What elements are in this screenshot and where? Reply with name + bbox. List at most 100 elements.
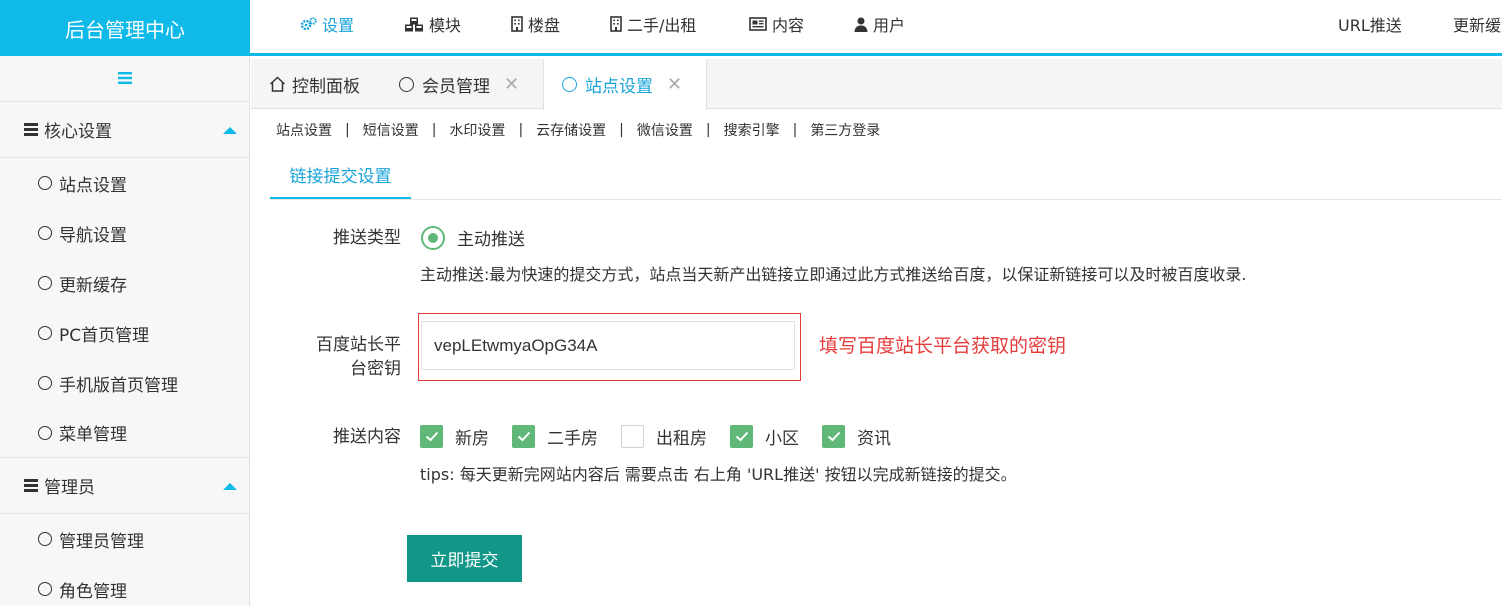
sidebar-item-label: PC首页管理 (59, 325, 150, 346)
topnav-buildings[interactable]: 楼盘 (511, 0, 560, 48)
checkbox-second-hand[interactable]: 二手房 (512, 424, 598, 449)
topnav-settings-label: 设置 (322, 16, 355, 35)
tips-text: tips: 每天更新完网站内容后 需要点击 右上角 'URL推送' 按钮以完成新… (420, 465, 1017, 484)
checkbox-label: 二手房 (547, 429, 598, 449)
sidebar-item-label: 导航设置 (59, 225, 127, 246)
sidebar-group-admins[interactable]: 管理员 (0, 458, 249, 514)
circle-icon (399, 76, 414, 92)
unchecked-box-icon (621, 425, 644, 448)
check-icon (420, 425, 443, 448)
push-type-help: 主动推送:最为快速的提交方式，站点当天新产出链接立即通过此方式推送给百度，以保证… (420, 265, 1247, 284)
caret-up-icon (223, 483, 237, 490)
push-type-option-label: 主动推送 (457, 230, 525, 250)
tab-label: 站点设置 (585, 77, 653, 97)
circle-icon (38, 425, 52, 440)
subnav-search-engine[interactable]: 搜索引擎 (724, 120, 780, 140)
sidebar-item-menu-management[interactable]: 菜单管理 (0, 408, 249, 458)
sidebar-item-site-settings[interactable]: 站点设置 (0, 158, 249, 208)
sidebar-group-core-settings[interactable]: 核心设置 (0, 102, 249, 158)
circle-icon (38, 226, 52, 240)
tab-bar: 控制面板 会员管理 ✕ 站点设置 ✕ (251, 59, 1502, 110)
topnav-secondhand-rent-label: 二手/出租 (627, 16, 697, 35)
sidebar-item-label: 角色管理 (59, 581, 127, 602)
circle-icon (38, 376, 52, 390)
checkbox-label: 出租房 (656, 429, 707, 449)
sidebar-item-label: 更新缓存 (59, 275, 127, 296)
sidebar-item-pc-home[interactable]: PC首页管理 (0, 308, 249, 358)
baidu-key-input[interactable] (421, 321, 795, 370)
refresh-cache-label: 更新缓 (1453, 16, 1502, 35)
sidebar-item-label: 站点设置 (59, 175, 127, 196)
checkbox-label: 新房 (455, 429, 489, 449)
topnav-modules-label: 模块 (429, 16, 462, 35)
sidebar-item-admin-management[interactable]: 管理员管理 (0, 514, 249, 564)
push-type-radio[interactable]: 主动推送 (421, 225, 525, 250)
sidebar-item-role-management[interactable]: 角色管理 (0, 564, 249, 606)
topnav-secondhand-rent[interactable]: 二手/出租 (610, 0, 696, 48)
subnav-site-settings[interactable]: 站点设置 (276, 120, 332, 140)
submit-button[interactable]: 立即提交 (407, 535, 522, 582)
sidebar-item-label: 菜单管理 (59, 425, 127, 445)
tab-dashboard[interactable]: 控制面板 (251, 59, 360, 109)
checkbox-rental[interactable]: 出租房 (621, 424, 707, 449)
topnav-settings[interactable]: 设置 (300, 0, 354, 48)
sidebar-group-label: 核心设置 (44, 122, 112, 142)
circle-icon (38, 532, 52, 546)
caret-up-icon (223, 127, 237, 134)
sidebar: 核心设置 站点设置 导航设置 更新缓存 PC首页管理 手机版首页管理 菜单管理 … (0, 56, 250, 606)
push-type-label: 推送类型 (333, 228, 401, 248)
topnav-content-label: 内容 (772, 16, 805, 35)
newspaper-icon (749, 17, 767, 31)
topnav-users[interactable]: 用户 (854, 0, 905, 48)
subnav-third-party-login[interactable]: 第三方登录 (810, 120, 880, 140)
checkbox-new-house[interactable]: 新房 (420, 424, 489, 449)
user-icon (854, 17, 868, 32)
subnav-sms-settings[interactable]: 短信设置 (363, 120, 419, 140)
check-icon (730, 425, 753, 448)
list-icon (24, 479, 38, 492)
close-icon[interactable]: ✕ (667, 74, 682, 95)
list-icon (24, 123, 38, 136)
close-icon[interactable]: ✕ (504, 74, 519, 95)
sidebar-item-nav-settings[interactable]: 导航设置 (0, 208, 249, 258)
check-icon (512, 425, 535, 448)
url-push-label: URL推送 (1338, 16, 1402, 35)
home-icon (269, 76, 286, 92)
divider (270, 199, 1502, 200)
sidebar-toggle[interactable] (0, 56, 249, 102)
sidebar-item-mobile-home[interactable]: 手机版首页管理 (0, 358, 249, 408)
checkbox-label: 小区 (765, 429, 799, 449)
checkbox-community[interactable]: 小区 (730, 424, 799, 449)
circle-icon (562, 77, 577, 92)
topnav-content[interactable]: 内容 (749, 0, 804, 48)
sidebar-item-label: 手机版首页管理 (59, 375, 178, 396)
tab-label: 会员管理 (422, 76, 490, 97)
push-content-label: 推送内容 (333, 427, 401, 447)
building-icon (511, 16, 523, 32)
tab-link-submit-settings[interactable]: 链接提交设置 (270, 152, 411, 200)
checkbox-news[interactable]: 资讯 (822, 424, 891, 449)
subnav-watermark-settings[interactable]: 水印设置 (449, 120, 505, 140)
topnav-modules[interactable]: 模块 (404, 0, 461, 48)
settings-subnav: 站点设置 | 短信设置 | 水印设置 | 云存储设置 | 微信设置 | 搜索引擎 | 第三方… (276, 120, 881, 140)
app-logo[interactable]: 后台管理中心 (0, 0, 250, 56)
sidebar-item-label: 管理员管理 (59, 531, 144, 552)
circle-icon (38, 176, 52, 190)
circle-icon (38, 276, 52, 290)
key-annotation: 填写百度站长平台获取的密钥 (819, 335, 1067, 357)
subnav-wechat-settings[interactable]: 微信设置 (637, 120, 693, 140)
tab-label: 控制面板 (292, 76, 360, 97)
tab-member-management[interactable]: 会员管理 ✕ (381, 59, 519, 109)
refresh-cache-button[interactable]: 更新缓 (1453, 0, 1501, 48)
subnav-cloud-storage-settings[interactable]: 云存储设置 (536, 120, 606, 140)
key-label: 百度站长平 台密钥 (316, 335, 401, 379)
topnav-buildings-label: 楼盘 (528, 16, 561, 35)
push-content-checkboxes: 新房 二手房 出租房 小区 资讯 (420, 424, 914, 449)
url-push-button[interactable]: URL推送 (1338, 0, 1402, 48)
top-nav: 设置 模块 楼盘 二手/出租 内容 用户 URL推送 更新缓 (250, 0, 1502, 56)
tab-site-settings[interactable]: 站点设置 ✕ (543, 59, 707, 110)
building-icon (610, 16, 622, 32)
sidebar-group-label: 管理员 (44, 478, 95, 498)
sidebar-item-refresh-cache[interactable]: 更新缓存 (0, 258, 249, 308)
menu-toggle-icon (117, 69, 132, 88)
